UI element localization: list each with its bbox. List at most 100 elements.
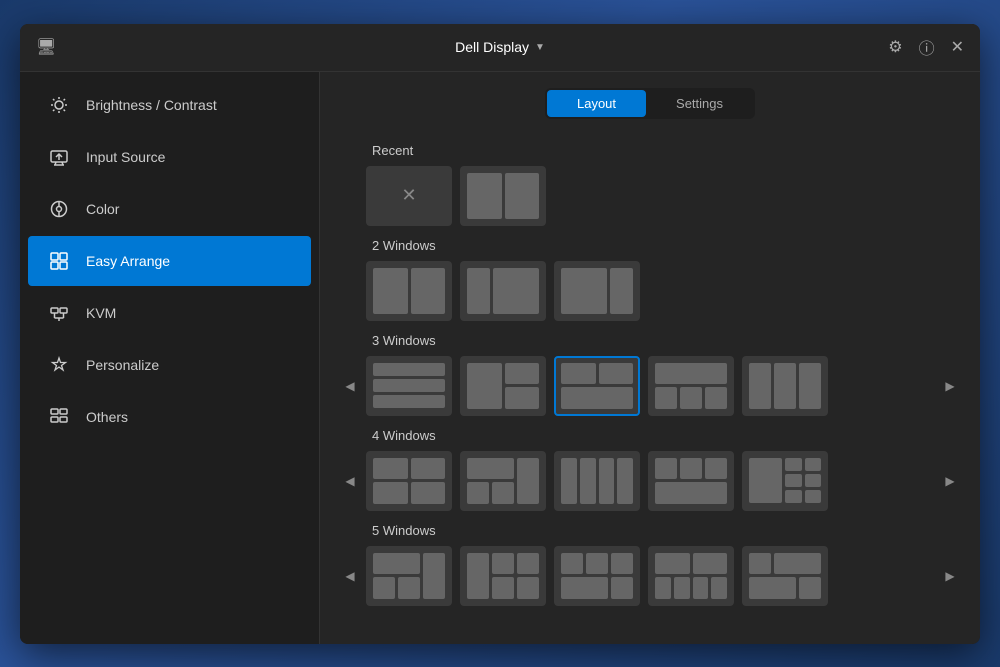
layout-thumb-5c[interactable]: [554, 546, 640, 606]
cell: [749, 458, 782, 504]
cell: [492, 577, 514, 599]
cell: [611, 553, 633, 575]
cell: [705, 387, 727, 409]
easy-arrange-icon: [48, 250, 70, 272]
cell: [599, 363, 634, 385]
cell: [411, 482, 446, 504]
title-bar-right: ⚙ ⓘ ✕: [888, 35, 964, 59]
layout-thumb-2b[interactable]: [460, 261, 546, 321]
3windows-prev-arrow[interactable]: ◀: [340, 376, 360, 396]
sidebar-item-easy-arrange[interactable]: Easy Arrange: [28, 236, 311, 286]
section-title-5windows: 5 Windows: [372, 523, 960, 538]
layout-thumb-3a[interactable]: [366, 356, 452, 416]
section-title-recent: Recent: [372, 143, 960, 158]
cell: [561, 363, 596, 385]
cell: [467, 363, 502, 409]
cell: [693, 577, 709, 599]
cell: [492, 553, 514, 575]
cell: [655, 363, 727, 385]
sidebar-label-easy-arrange: Easy Arrange: [86, 253, 170, 269]
layout-scroll-area[interactable]: Recent ✕: [320, 131, 980, 644]
cell: [373, 363, 445, 376]
tabs: Layout Settings: [545, 88, 755, 119]
color-icon: [48, 198, 70, 220]
settings-icon[interactable]: ⚙: [888, 37, 902, 57]
sidebar-label-input: Input Source: [86, 149, 165, 165]
4windows-next-arrow[interactable]: ▶: [940, 471, 960, 491]
cell: [711, 577, 727, 599]
layout-thumb-3d[interactable]: [648, 356, 734, 416]
cell: [655, 482, 727, 504]
app-title: Dell Display: [455, 39, 529, 55]
layout-thumb-5a[interactable]: [366, 546, 452, 606]
close-icon[interactable]: ✕: [951, 37, 964, 57]
cell: [423, 553, 445, 599]
layout-thumb-3e[interactable]: [742, 356, 828, 416]
4windows-row: ◀: [340, 451, 960, 511]
layout-thumb-2c[interactable]: [554, 261, 640, 321]
layout-thumb-5d[interactable]: [648, 546, 734, 606]
cell: [411, 458, 446, 480]
tabs-container: Layout Settings: [320, 72, 980, 131]
layout-thumb-4e[interactable]: [742, 451, 828, 511]
cell: [617, 458, 633, 504]
help-icon[interactable]: ⓘ: [919, 35, 935, 59]
recent-row: ✕: [340, 166, 960, 226]
sidebar-item-brightness[interactable]: Brightness / Contrast: [28, 80, 311, 130]
sidebar-item-input[interactable]: Input Source: [28, 132, 311, 182]
cell: [398, 577, 420, 599]
layout-thumb-4b[interactable]: [460, 451, 546, 511]
layout-thumb-3c[interactable]: [554, 356, 640, 416]
sidebar-label-color: Color: [86, 201, 119, 217]
sidebar-item-others[interactable]: Others: [28, 392, 311, 442]
layout-thumb-r1[interactable]: ✕: [366, 166, 452, 226]
recent-items: ✕: [366, 166, 960, 226]
5windows-next-arrow[interactable]: ▶: [940, 566, 960, 586]
sidebar-item-personalize[interactable]: Personalize: [28, 340, 311, 390]
cell: [373, 268, 408, 314]
cell: [655, 458, 677, 480]
sidebar-label-personalize: Personalize: [86, 357, 159, 373]
cell: [785, 490, 802, 503]
title-bar: 🖥 Dell Display ▼ ⚙ ⓘ ✕: [20, 24, 980, 72]
4windows-prev-arrow[interactable]: ◀: [340, 471, 360, 491]
cell: [655, 553, 690, 575]
sidebar-label-others: Others: [86, 409, 128, 425]
layout-thumb-3b[interactable]: [460, 356, 546, 416]
sidebar: Brightness / Contrast Input Source: [20, 72, 320, 644]
others-icon: [48, 406, 70, 428]
5windows-prev-arrow[interactable]: ◀: [340, 566, 360, 586]
cell: [655, 387, 677, 409]
dropdown-arrow-icon[interactable]: ▼: [535, 42, 545, 53]
cell: [805, 474, 822, 487]
tab-settings[interactable]: Settings: [646, 90, 753, 117]
app-icon: 🖥: [36, 37, 56, 57]
cell: [610, 268, 633, 314]
layout-thumb-r2[interactable]: [460, 166, 546, 226]
layout-thumb-4a[interactable]: [366, 451, 452, 511]
cell: [373, 395, 445, 408]
cell: [580, 458, 596, 504]
cell: [467, 553, 489, 599]
3windows-next-arrow[interactable]: ▶: [940, 376, 960, 396]
layout-thumb-5b[interactable]: [460, 546, 546, 606]
sidebar-item-color[interactable]: Color: [28, 184, 311, 234]
cell: [805, 458, 822, 471]
input-icon: [48, 146, 70, 168]
cell: [774, 553, 821, 575]
layout-thumb-4c[interactable]: [554, 451, 640, 511]
sidebar-item-kvm[interactable]: KVM: [28, 288, 311, 338]
layout-thumb-5e[interactable]: [742, 546, 828, 606]
cell: [505, 387, 540, 409]
layout-thumb-4d[interactable]: [648, 451, 734, 511]
cell: [774, 363, 796, 409]
cell: [799, 577, 821, 599]
sidebar-label-kvm: KVM: [86, 305, 116, 321]
cell: [467, 268, 490, 314]
tab-layout[interactable]: Layout: [547, 90, 646, 117]
brightness-icon: [48, 94, 70, 116]
cell: [749, 553, 771, 575]
cell: [586, 553, 608, 575]
layout-thumb-2a[interactable]: [366, 261, 452, 321]
cell: [467, 173, 502, 219]
